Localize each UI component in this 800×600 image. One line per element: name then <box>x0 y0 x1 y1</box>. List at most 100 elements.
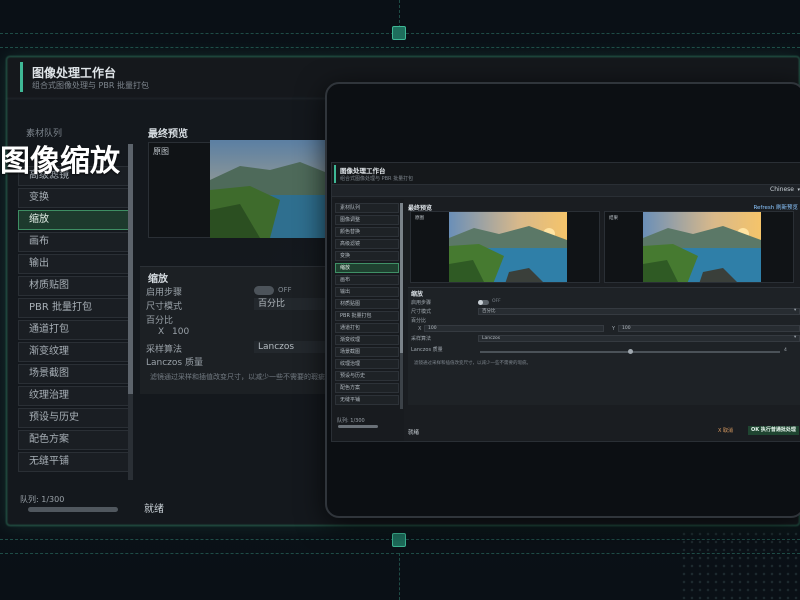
t-preview-result-label: 结果 <box>609 216 618 221</box>
quality-value: 4 <box>784 348 787 353</box>
t-preview-result: 结果 <box>604 211 794 283</box>
t-sidebar-item-filters[interactable]: 高级滤镜 <box>335 239 399 249</box>
x-value[interactable]: 100 <box>172 327 189 337</box>
t-scale-hint: 滤镜通过采样和插值改变尺寸，以减少一些不需要的瑕疵。 <box>414 361 531 366</box>
scale-title: 缩放 <box>148 274 168 285</box>
refresh-preview-button[interactable]: Refresh 刷新预览 <box>753 203 798 211</box>
size-mode-chevron-icon[interactable]: ▾ <box>794 308 796 313</box>
tablet-app-window: 图像处理工作台 组合式图像处理与 PBR 批量打包 Chinese ▾ 素材队列… <box>331 162 800 442</box>
t-sidebar-item-screenshot[interactable]: 场景截图 <box>335 347 399 357</box>
t-sidebar-item-color[interactable]: 颜色替换 <box>335 227 399 237</box>
language-bar <box>332 185 800 197</box>
t-sidebar-scrollbar-thumb[interactable] <box>400 203 403 353</box>
header-accent <box>20 62 23 92</box>
language-select[interactable]: Chinese <box>770 186 794 193</box>
decor-node-bottom <box>392 533 406 547</box>
tablet-header-accent <box>334 165 336 183</box>
t-preview-original-label: 原图 <box>415 216 424 221</box>
t-sidebar-item-pbr[interactable]: PBR 批量打包 <box>335 311 399 321</box>
size-mode-label: 尺寸模式 <box>146 302 183 312</box>
t-x-label: X <box>418 326 422 332</box>
t-sidebar-hscrollbar[interactable] <box>338 425 378 428</box>
decor-vline-bottom <box>399 553 400 600</box>
quality-slider-handle[interactable] <box>628 349 633 354</box>
run-batch-button[interactable]: OK 执行普通批处理 <box>748 426 799 435</box>
enable-step-label: 启用步骤 <box>146 288 183 298</box>
percent-label: 百分比 <box>146 316 174 326</box>
decor-line-top-2 <box>0 47 800 48</box>
preview-original-label: 原图 <box>153 147 169 156</box>
resample-select[interactable]: Lanczos <box>254 341 334 353</box>
t-sidebar-item-gradient[interactable]: 渐变纹理 <box>335 335 399 345</box>
tablet-app-title: 图像处理工作台 <box>340 167 386 175</box>
enable-step-state: OFF <box>278 286 292 294</box>
t-resample-label: 采样算法 <box>411 336 432 342</box>
t-y-label: Y <box>612 326 616 332</box>
t-sidebar-item-scale[interactable]: 缩放 <box>335 263 399 273</box>
t-sidebar-item-transform[interactable]: 变换 <box>335 251 399 261</box>
sidebar-item-output[interactable]: 输出 <box>18 254 130 274</box>
cancel-button[interactable]: X 取消 <box>718 427 733 434</box>
t-enable-step-state: OFF <box>492 299 501 304</box>
t-resample-select[interactable]: Lanczos <box>478 335 800 342</box>
app-title: 图像处理工作台 <box>32 66 117 80</box>
t-sidebar-item-queue[interactable]: 素材队列 <box>335 203 399 213</box>
status-text: 就绪 <box>144 504 164 515</box>
x-label: X <box>158 327 165 337</box>
sidebar-item-scale[interactable]: 缩放 <box>18 210 130 230</box>
sidebar-scrollbar-thumb[interactable] <box>128 144 133 394</box>
sidebar-hscrollbar[interactable] <box>28 507 118 512</box>
preview-original-image <box>210 140 330 238</box>
t-sidebar-item-channel[interactable]: 通道打包 <box>335 323 399 333</box>
t-sidebar-item-material[interactable]: 材质贴图 <box>335 299 399 309</box>
sidebar-item-canvas[interactable]: 画布 <box>18 232 130 252</box>
resample-label: 采样算法 <box>146 345 183 355</box>
feature-heading: 图像缩放 <box>0 144 120 179</box>
sidebar-item-transform[interactable]: 变换 <box>18 188 130 208</box>
t-y-input[interactable]: 100 <box>618 325 800 332</box>
enable-step-toggle[interactable] <box>254 286 274 295</box>
t-sidebar-item-texture[interactable]: 纹理治理 <box>335 359 399 369</box>
t-preview-original-image <box>449 212 567 282</box>
scale-hint: 滤镜通过采样和插值改变尺寸，以减少一些不需要的瑕疵。 <box>150 373 332 381</box>
tablet-device: 图像处理工作台 组合式图像处理与 PBR 批量打包 Chinese ▾ 素材队列… <box>325 82 800 518</box>
t-quality-label: Lanczos 质量 <box>411 347 443 353</box>
sidebar-item-screenshot[interactable]: 场景截图 <box>18 364 130 384</box>
t-enable-step-label: 启用步骤 <box>411 300 432 306</box>
t-percent-label: 百分比 <box>411 318 427 324</box>
quality-label: Lanczos 质量 <box>146 358 203 368</box>
app-subtitle: 组合式图像处理与 PBR 批量打包 <box>32 81 149 90</box>
sidebar-item-palette[interactable]: 配色方案 <box>18 430 130 450</box>
preview-title: 最终预览 <box>148 129 188 140</box>
t-sidebar-item-canvas[interactable]: 画布 <box>335 275 399 285</box>
t-status-text: 就绪 <box>408 430 420 436</box>
t-x-input[interactable]: 100 <box>424 325 604 332</box>
decor-dot-grid <box>680 530 800 600</box>
tablet-app-subtitle: 组合式图像处理与 PBR 批量打包 <box>340 176 414 182</box>
sidebar-item-gradient[interactable]: 渐变纹理 <box>18 342 130 362</box>
size-mode-select[interactable]: 百分比 <box>254 298 334 310</box>
t-scale-title: 缩放 <box>411 291 424 298</box>
sidebar-item-material[interactable]: 材质贴图 <box>18 276 130 296</box>
sidebar-item-presets[interactable]: 预设与历史 <box>18 408 130 428</box>
t-queue-count: 队列: 1/300 <box>337 418 365 424</box>
t-preview-result-image <box>643 212 761 282</box>
t-scale-panel <box>408 287 800 405</box>
queue-count: 队列: 1/300 <box>20 495 65 504</box>
sidebar-item-channel[interactable]: 通道打包 <box>18 320 130 340</box>
sidebar-item-seamless[interactable]: 无缝平铺 <box>18 452 130 472</box>
t-sidebar-item-output[interactable]: 输出 <box>335 287 399 297</box>
t-sidebar-item-presets[interactable]: 预设与历史 <box>335 371 399 381</box>
t-sidebar-item-adjust[interactable]: 图像调整 <box>335 215 399 225</box>
decor-node-top <box>392 26 406 40</box>
t-size-mode-label: 尺寸模式 <box>411 309 432 315</box>
t-sidebar-item-palette[interactable]: 配色方案 <box>335 383 399 393</box>
sidebar-item-texture[interactable]: 纹理治理 <box>18 386 130 406</box>
sidebar-item-pbr[interactable]: PBR 批量打包 <box>18 298 130 318</box>
big-sidebar-list: 高级滤镜 变换 缩放 画布 输出 材质贴图 PBR 批量打包 通道打包 渐变纹理… <box>18 144 130 474</box>
resample-chevron-icon[interactable]: ▾ <box>794 335 796 340</box>
t-sidebar-item-seamless[interactable]: 无缝平铺 <box>335 395 399 405</box>
t-preview-original: 原图 <box>410 211 600 283</box>
t-toggle-knob <box>478 300 483 305</box>
t-size-mode-select[interactable]: 百分比 <box>478 308 800 315</box>
